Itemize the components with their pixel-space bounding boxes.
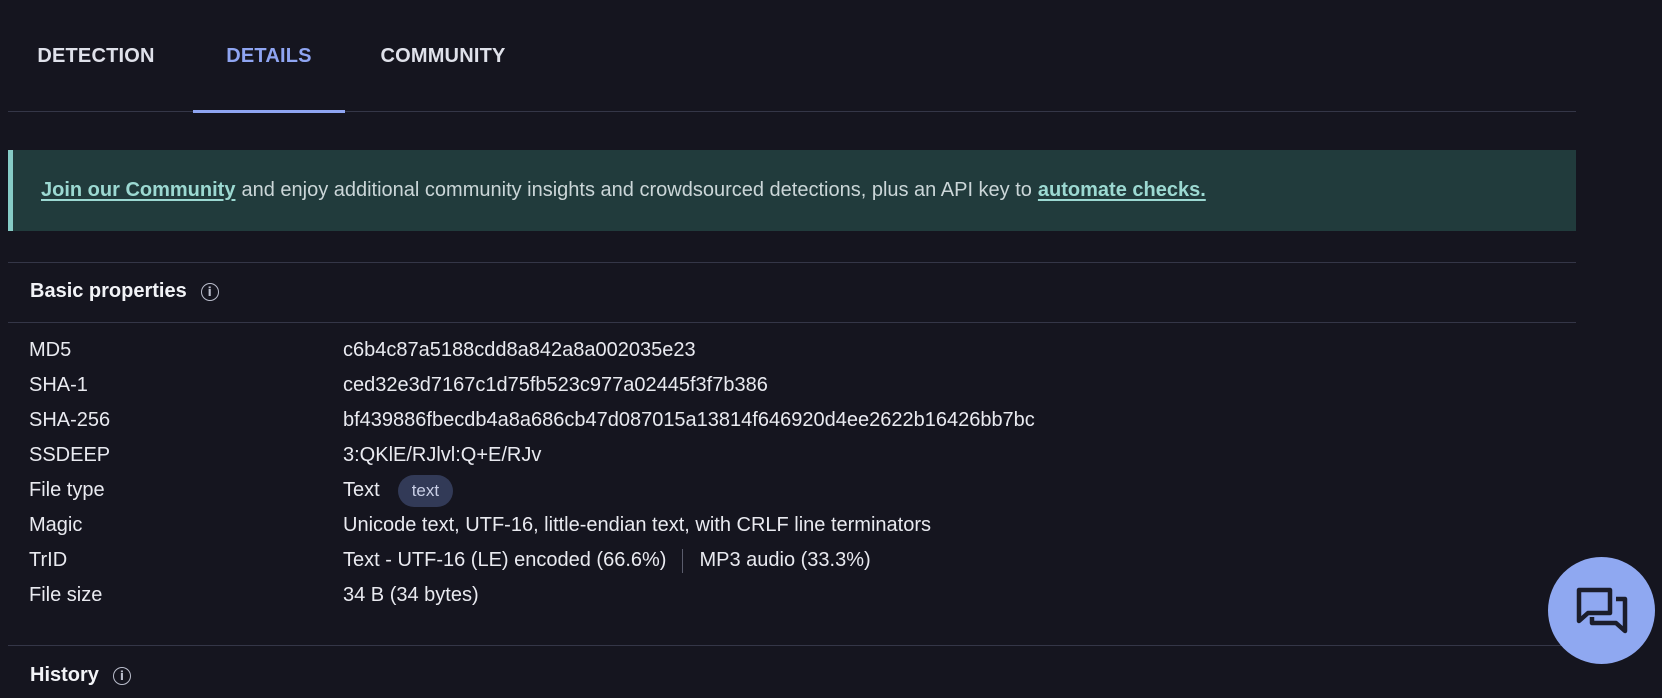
property-label: File type: [29, 479, 105, 501]
property-value: 3:QKlE/RJlvl:Q+E/RJv: [343, 444, 542, 466]
property-value: 34 B (34 bytes): [343, 584, 479, 606]
value-separator: [682, 548, 684, 573]
basic-properties-list: MD5 c6b4c87a5188cdd8a842a8a002035e23 SHA…: [29, 333, 1429, 613]
property-row-ssdeep: SSDEEP 3:QKlE/RJlvl:Q+E/RJv: [29, 438, 1429, 473]
community-banner: Join our Community and enjoy additional …: [8, 150, 1576, 231]
automate-checks-link[interactable]: automate checks.: [1038, 179, 1206, 202]
basic-properties-header: Basic properties i: [30, 280, 219, 303]
property-value: c6b4c87a5188cdd8a842a8a002035e23: [343, 339, 696, 361]
property-value: Text text: [343, 474, 454, 507]
property-label: SHA-256: [29, 409, 111, 431]
tab-detection[interactable]: DETECTION: [8, 0, 184, 112]
banner-text: and enjoy additional community insights …: [241, 179, 1032, 201]
property-label: SHA-1: [29, 374, 88, 396]
property-row-sha1: SHA-1 ced32e3d7167c1d75fb523c977a02445f3…: [29, 368, 1429, 403]
divider: [8, 262, 1576, 263]
trid-value-2: MP3 audio (33.3%): [699, 549, 871, 571]
join-community-link[interactable]: Join our Community: [41, 179, 235, 202]
tab-bar: DETECTION DETAILS COMMUNITY: [8, 0, 1576, 113]
property-label: TrID: [29, 549, 68, 571]
divider: [8, 645, 1576, 646]
page: DETECTION DETAILS COMMUNITY Join our Com…: [0, 0, 1662, 698]
property-label: MD5: [29, 339, 72, 361]
property-row-file-type: File type Text text: [29, 473, 1429, 508]
property-value: ced32e3d7167c1d75fb523c977a02445f3f7b386: [343, 374, 768, 396]
chat-button[interactable]: [1548, 557, 1655, 664]
section-title: History: [30, 664, 99, 686]
divider: [8, 322, 1576, 323]
section-title: Basic properties: [30, 280, 187, 302]
property-label: Magic: [29, 514, 83, 536]
history-header: History i: [30, 664, 131, 687]
info-icon[interactable]: i: [200, 282, 219, 301]
trid-value-1: Text - UTF-16 (LE) encoded (66.6%): [343, 549, 667, 571]
property-row-magic: Magic Unicode text, UTF-16, little-endia…: [29, 508, 1429, 543]
property-value: Text - UTF-16 (LE) encoded (66.6%) MP3 a…: [343, 548, 871, 573]
property-row-sha256: SHA-256 bf439886fbecdb4a8a686cb47d087015…: [29, 403, 1429, 438]
property-value: bf439886fbecdb4a8a686cb47d087015a13814f6…: [343, 409, 1035, 431]
property-row-file-size: File size 34 B (34 bytes): [29, 578, 1429, 613]
property-row-md5: MD5 c6b4c87a5188cdd8a842a8a002035e23: [29, 333, 1429, 368]
file-type-tag[interactable]: text: [397, 474, 454, 507]
property-value: Unicode text, UTF-16, little-endian text…: [343, 514, 931, 536]
file-type-value: Text: [343, 479, 380, 501]
chat-bubbles-icon: [1576, 587, 1627, 633]
property-label: File size: [29, 584, 103, 606]
tab-details[interactable]: DETAILS: [193, 0, 345, 113]
property-row-trid: TrID Text - UTF-16 (LE) encoded (66.6%) …: [29, 543, 1429, 578]
tab-community[interactable]: COMMUNITY: [358, 0, 528, 112]
info-icon[interactable]: i: [112, 666, 131, 685]
property-label: SSDEEP: [29, 444, 111, 466]
